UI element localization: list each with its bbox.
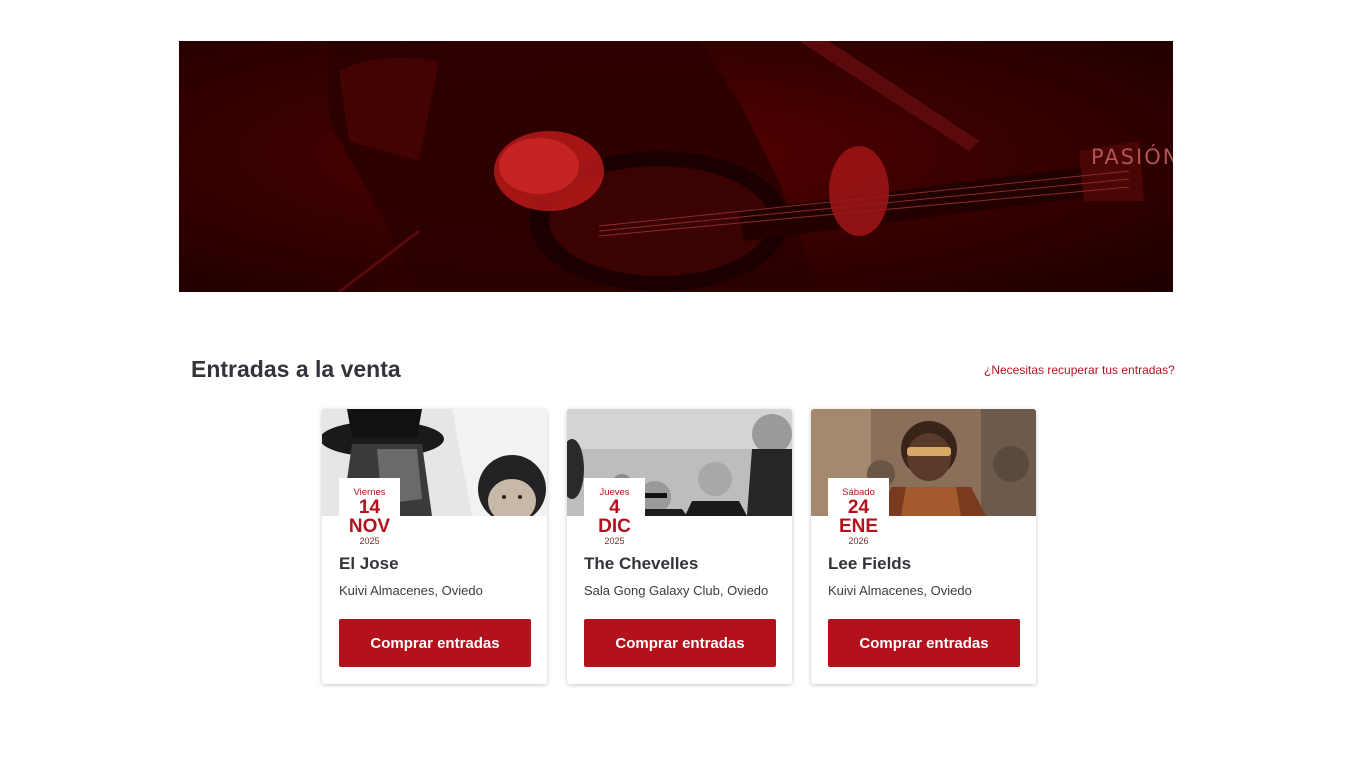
event-venue: Kuivi Almacenes, Oviedo: [339, 583, 483, 598]
event-month: DIC: [598, 516, 631, 537]
event-venue: Kuivi Almacenes, Oviedo: [828, 583, 972, 598]
event-day: 14: [358, 497, 381, 518]
event-day: 24: [847, 497, 870, 518]
hero-tagline: PASIÓN: [1091, 145, 1173, 169]
event-year: 2025: [359, 536, 380, 546]
event-month: ENE: [838, 516, 879, 537]
event-year: 2025: [604, 536, 625, 546]
event-card[interactable]: Viernes 14 NOV 2025 El Jose Kuivi Almace…: [322, 409, 547, 684]
hero-banner: PASIÓN: [179, 41, 1173, 292]
buy-tickets-button[interactable]: Comprar entradas: [828, 619, 1020, 667]
date-badge: Viernes 14 NOV 2025: [339, 478, 400, 550]
event-artist[interactable]: The Chevelles: [584, 554, 698, 574]
buy-tickets-button[interactable]: Comprar entradas: [339, 619, 531, 667]
event-month: NOV: [348, 516, 391, 537]
event-artist[interactable]: Lee Fields: [828, 554, 911, 574]
guitarist-image: [329, 41, 1144, 292]
date-badge: Sábado 24 ENE 2026: [828, 478, 889, 550]
event-artist[interactable]: El Jose: [339, 554, 399, 574]
recover-tickets-link[interactable]: ¿Necesitas recuperar tus entradas?: [984, 363, 1175, 377]
event-card[interactable]: Sábado 24 ENE 2026 Lee Fields Kuivi Alma…: [811, 409, 1036, 684]
event-card[interactable]: Jueves 4 DIC 2025 The Chevelles Sala Gon…: [567, 409, 792, 684]
date-badge: Jueves 4 DIC 2025: [584, 478, 645, 550]
section-title: Entradas a la venta: [191, 356, 401, 382]
event-day: 4: [609, 497, 620, 518]
event-year: 2026: [848, 536, 869, 546]
buy-tickets-button[interactable]: Comprar entradas: [584, 619, 776, 667]
event-venue: Sala Gong Galaxy Club, Oviedo: [584, 583, 769, 598]
